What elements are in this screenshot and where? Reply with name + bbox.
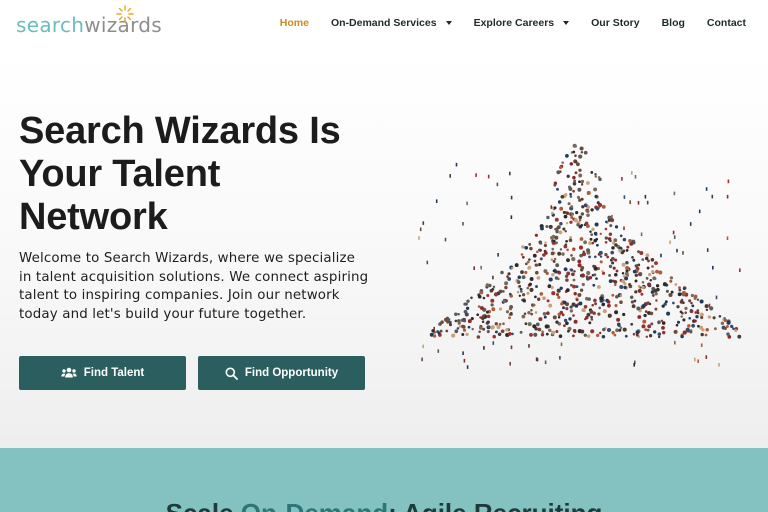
- nav-item-explore-careers[interactable]: Explore Careers: [474, 17, 570, 29]
- site-header: search wizards Home On-Demand Services Ex…: [0, 0, 768, 52]
- users-icon: [61, 367, 77, 378]
- section-title: Scale On-Demand: Agile Recruiting: [0, 498, 768, 512]
- hero-title: Search Wizards Is Your Talent Network: [19, 110, 341, 238]
- crowd-arrow-illustration: [418, 143, 742, 369]
- nav-item-label: On-Demand Services: [330, 17, 437, 29]
- nav-item-blog[interactable]: Blog: [662, 17, 685, 29]
- find-talent-button[interactable]: Find Talent: [19, 356, 186, 390]
- spark-icon: [116, 5, 134, 23]
- section-title-part2: : Agile Recruiting: [388, 498, 602, 512]
- chevron-down-icon: [445, 21, 452, 25]
- nav-item-on-demand-services[interactable]: On-Demand Services: [331, 17, 452, 29]
- hero-section: Search Wizards Is Your Talent Network We…: [0, 52, 768, 448]
- hero-description: Welcome to Search Wizards, where we spec…: [19, 251, 369, 322]
- find-opportunity-button[interactable]: Find Opportunity: [198, 356, 365, 390]
- nav-item-contact[interactable]: Contact: [707, 17, 746, 29]
- nav-item-our-story[interactable]: Our Story: [591, 17, 639, 29]
- nav-item-label: Contact: [706, 17, 746, 29]
- main-nav: Home On-Demand Services Explore Careers …: [280, 17, 746, 29]
- nav-item-label: Explore Careers: [473, 17, 555, 29]
- nav-item-label: Home: [279, 17, 309, 29]
- chevron-down-icon: [563, 21, 570, 25]
- nav-item-label: Our Story: [591, 17, 640, 29]
- nav-item-home[interactable]: Home: [280, 17, 309, 29]
- find-talent-label: Find Talent: [83, 367, 145, 379]
- search-icon: [225, 367, 238, 380]
- logo-text-search: search: [16, 13, 85, 37]
- crowd-people: [418, 143, 742, 369]
- find-opportunity-label: Find Opportunity: [244, 367, 339, 379]
- section-title-accent: On-Demand: [241, 498, 388, 512]
- section-title-part1: Scale: [166, 498, 234, 512]
- nav-item-label: Blog: [661, 17, 685, 29]
- services-band: Scale On-Demand: Agile Recruiting: [0, 448, 768, 512]
- logo[interactable]: search wizards: [16, 5, 162, 37]
